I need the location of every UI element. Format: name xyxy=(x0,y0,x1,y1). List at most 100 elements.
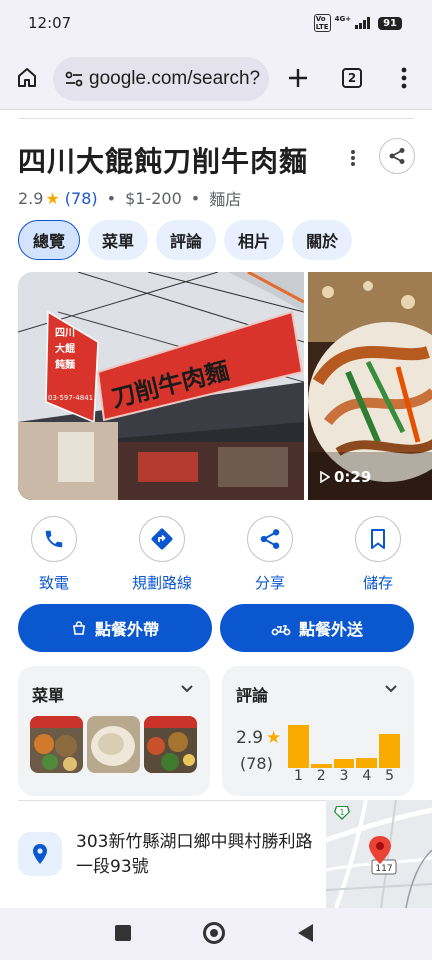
menu-photo[interactable] xyxy=(87,716,140,773)
browser-menu-button[interactable] xyxy=(394,64,414,92)
save-action[interactable]: 儲存 xyxy=(333,516,423,593)
video-duration: 0:29 xyxy=(320,468,371,486)
bookmark-icon xyxy=(371,529,385,549)
map-route-117: 117 xyxy=(375,864,392,874)
address-bar[interactable]: google.com/search? xyxy=(53,57,269,101)
more-vert-icon xyxy=(351,150,355,166)
histogram-bar-3 xyxy=(333,759,355,768)
histogram-bar-4 xyxy=(356,758,378,768)
share-label: 分享 xyxy=(254,574,285,592)
plus-icon xyxy=(289,69,307,87)
place-share-button[interactable] xyxy=(379,138,415,174)
star-icon: ★ xyxy=(266,728,282,748)
share-action[interactable]: 分享 xyxy=(225,516,315,593)
browser-toolbar: google.com/search? 2 xyxy=(0,48,432,110)
tab-menu[interactable]: 菜單 xyxy=(88,220,149,260)
order-takeout-button[interactable]: 點餐外帶 xyxy=(18,604,212,652)
takeout-bag-icon xyxy=(73,621,85,635)
network-type: 4G+ xyxy=(334,15,352,23)
video-duration-text: 0:29 xyxy=(334,468,372,486)
menu-card[interactable]: 菜單 xyxy=(18,666,210,796)
menu-card-title: 菜單 xyxy=(32,686,65,705)
address-icon-box xyxy=(18,832,62,876)
histogram-label-5: 5 xyxy=(385,768,395,784)
directions-icon xyxy=(151,528,173,550)
share-icon xyxy=(260,529,280,549)
histogram-label-2: 2 xyxy=(316,768,326,784)
sign-phone: 03-597-4841 xyxy=(48,394,93,402)
divider xyxy=(18,118,414,119)
price-range: $1-200 xyxy=(125,188,182,208)
delivery-label: 點餐外送 xyxy=(298,620,363,639)
recents-button[interactable] xyxy=(115,925,131,941)
directions-button[interactable] xyxy=(139,516,185,562)
menu-photo[interactable] xyxy=(30,716,83,773)
place-meta: 2.9 ★ (78) • $1-200 • 麵店 xyxy=(18,186,241,210)
directions-action[interactable]: 規劃路線 xyxy=(117,516,207,593)
map-thumbnail[interactable]: 1 117 xyxy=(326,800,432,908)
chevron-down-icon[interactable] xyxy=(384,684,398,694)
svg-text:大餛: 大餛 xyxy=(55,342,75,355)
separator: • xyxy=(106,188,117,208)
reviews-rating: 2.9 ★ xyxy=(236,728,281,748)
chevron-down-icon[interactable] xyxy=(180,684,194,694)
photo-carousel[interactable]: 刀削牛肉麵 四川 大餛 飩麵 03-597-4841 0:29 xyxy=(18,272,432,500)
reviews-card[interactable]: 評論 2.9 ★ (78) 12345 xyxy=(222,666,414,796)
takeout-label: 點餐外帶 xyxy=(94,620,159,639)
url-text: google.com/search? xyxy=(89,68,261,89)
rating-histogram xyxy=(288,712,400,768)
save-label: 儲存 xyxy=(362,574,393,592)
storefront-photo[interactable]: 刀削牛肉麵 四川 大餛 飩麵 03-597-4841 xyxy=(18,272,304,500)
place-title: 四川大餛飩刀削牛肉麵 xyxy=(18,145,309,178)
more-vert-icon xyxy=(401,67,407,89)
phone-icon xyxy=(45,530,63,548)
star-icon: ★ xyxy=(45,188,60,208)
status-icons: Vo LTE 4G+ 91 xyxy=(313,14,402,32)
tab-reviews[interactable]: 評論 xyxy=(156,220,217,260)
tab-about[interactable]: 關於 xyxy=(292,220,353,260)
svg-text:四川: 四川 xyxy=(55,327,75,339)
home-dot-icon xyxy=(210,929,218,937)
histogram-label-3: 3 xyxy=(339,768,349,784)
share-button[interactable] xyxy=(247,516,293,562)
place-more-button[interactable] xyxy=(344,146,362,170)
quick-actions: 致電 規劃路線 分享 儲存 xyxy=(0,516,432,596)
section-tabs: 總覽 菜單 評論 相片 關於 xyxy=(18,220,353,260)
system-nav-bar xyxy=(0,908,432,960)
histogram-bar-1 xyxy=(288,725,309,768)
home-button[interactable] xyxy=(12,63,42,93)
place-panel: 四川大餛飩刀削牛肉麵 2.9 ★ (78) • $1-200 • 麵店 總覽 菜… xyxy=(0,110,432,908)
new-tab-button[interactable] xyxy=(284,64,312,92)
review-count-link[interactable]: (78) xyxy=(65,189,98,208)
svg-text:飩麵: 飩麵 xyxy=(55,358,75,371)
location-pin-icon xyxy=(33,844,47,864)
back-button[interactable] xyxy=(298,924,313,942)
status-bar: 12:07 Vo LTE 4G+ 91 xyxy=(0,0,432,48)
food-video-thumbnail[interactable]: 0:29 xyxy=(308,272,432,500)
share-icon xyxy=(389,148,405,164)
address-text[interactable]: 303新竹縣湖口鄉中興村勝利路一段93號 xyxy=(76,830,316,880)
reviews-rating-value: 2.9 xyxy=(236,728,264,748)
save-button[interactable] xyxy=(355,516,401,562)
histogram-label-1: 1 xyxy=(293,768,303,784)
volte-icon: Vo LTE xyxy=(313,14,331,32)
call-action[interactable]: 致電 xyxy=(9,516,99,593)
order-delivery-button[interactable]: 點餐外送 xyxy=(220,604,414,652)
call-label: 致電 xyxy=(38,574,69,592)
tab-overview[interactable]: 總覽 xyxy=(18,220,81,260)
menu-photo[interactable] xyxy=(144,716,197,773)
divider xyxy=(18,800,328,801)
tab-photos[interactable]: 相片 xyxy=(224,220,285,260)
reviews-count: (78) xyxy=(240,754,273,773)
histogram-label-4: 4 xyxy=(362,768,372,784)
call-button[interactable] xyxy=(31,516,77,562)
reviews-card-title: 評論 xyxy=(236,686,269,705)
delivery-scooter-icon xyxy=(271,625,291,636)
home-nav-button[interactable] xyxy=(203,922,225,944)
site-settings-icon[interactable] xyxy=(63,68,85,90)
tab-switcher-button[interactable]: 2 xyxy=(342,68,362,88)
status-time: 12:07 xyxy=(28,14,72,32)
battery-icon: 91 xyxy=(378,16,402,30)
play-icon xyxy=(320,471,330,483)
separator: • xyxy=(190,188,201,208)
